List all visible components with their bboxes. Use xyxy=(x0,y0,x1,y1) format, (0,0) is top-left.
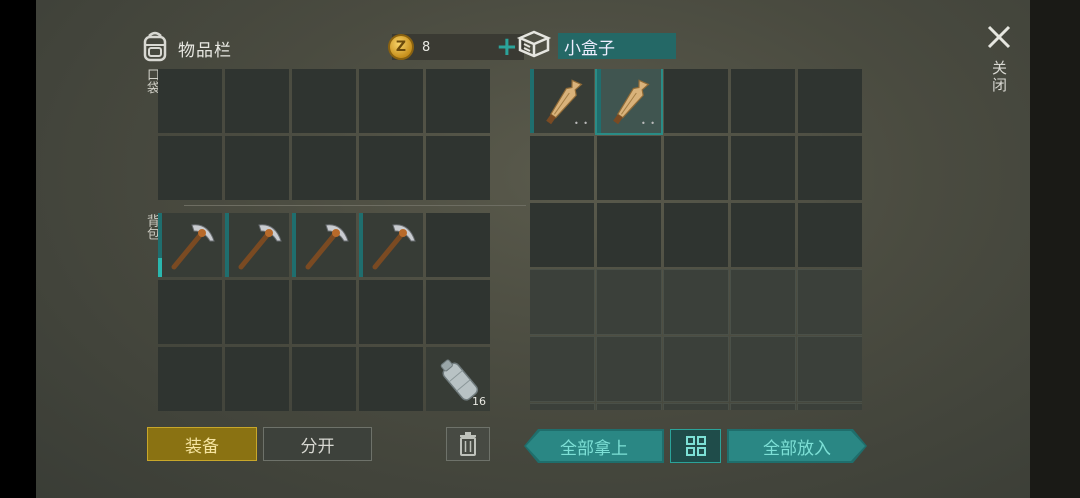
container-slot-locked xyxy=(530,403,595,410)
backpack-slot[interactable] xyxy=(292,347,356,411)
container-slot-locked xyxy=(730,336,796,402)
box-icon xyxy=(516,28,552,64)
container-title: 小盒子 xyxy=(558,33,676,59)
container-slot-locked xyxy=(797,403,862,410)
backpack-slot-water-bottle[interactable]: 16 xyxy=(426,347,490,411)
equip-button[interactable]: 装备 xyxy=(147,427,257,461)
container-slot[interactable] xyxy=(731,203,795,267)
pickaxe-icon xyxy=(238,224,282,270)
container-slot[interactable] xyxy=(798,136,862,200)
backpack-icon xyxy=(140,30,170,66)
grid-sort-icon xyxy=(685,436,706,456)
inventory-header: 物品栏 xyxy=(140,30,232,66)
coin-count: 8 xyxy=(422,39,431,55)
backpack-slot-pickaxe[interactable] xyxy=(158,213,222,277)
sort-button[interactable] xyxy=(670,429,721,463)
item-dots: • • xyxy=(574,119,589,128)
container-slot-locked xyxy=(596,269,662,335)
item-dots: • • xyxy=(641,119,656,128)
pocket-slot[interactable] xyxy=(225,136,289,200)
backpack-slot[interactable] xyxy=(426,213,490,277)
container-slot[interactable] xyxy=(530,203,594,267)
pocket-slot[interactable] xyxy=(359,69,423,133)
screen-edge xyxy=(1030,0,1080,498)
take-all-label: 全部拿上 xyxy=(560,438,628,459)
container-slot-locked xyxy=(596,336,662,402)
inventory-title: 物品栏 xyxy=(178,40,232,61)
take-all-button[interactable]: 全部拿上 xyxy=(524,429,664,463)
container-slot-locked xyxy=(530,269,595,335)
container-slot-locked xyxy=(663,336,729,402)
container-slot-locked xyxy=(530,336,595,402)
container-slot-plank[interactable]: • • xyxy=(530,69,594,133)
pickaxe-icon xyxy=(305,224,349,270)
container-slot-locked xyxy=(797,336,862,402)
backpack-slot-pickaxe[interactable] xyxy=(225,213,289,277)
trash-button[interactable] xyxy=(446,427,490,461)
durability-bar xyxy=(225,213,229,277)
game-screen: 物品栏 Z 8 + 口袋 背包 16 装备 分开 小盒子 • • • • 全部拿… xyxy=(36,0,1030,498)
close-label: 关闭 xyxy=(990,60,1008,94)
pocket-grid xyxy=(158,69,490,200)
container-slot[interactable] xyxy=(731,69,795,133)
container-slot[interactable] xyxy=(798,69,862,133)
backpack-slot[interactable] xyxy=(359,347,423,411)
durability-bar xyxy=(359,213,363,277)
pocket-slot[interactable] xyxy=(225,69,289,133)
container-slot-locked xyxy=(663,269,729,335)
trash-icon xyxy=(460,432,476,456)
pocket-slot[interactable] xyxy=(359,136,423,200)
backpack-slot-pickaxe[interactable] xyxy=(359,213,423,277)
container-slot-locked xyxy=(730,269,796,335)
pocket-slot[interactable] xyxy=(292,69,356,133)
container-grid: • • • • xyxy=(530,69,862,410)
container-header: 小盒子 xyxy=(516,28,676,64)
section-divider xyxy=(184,205,526,206)
container-slot-locked xyxy=(730,403,796,410)
pocket-slot[interactable] xyxy=(158,136,222,200)
close-button[interactable] xyxy=(984,22,1014,52)
pocket-slot[interactable] xyxy=(426,136,490,200)
add-coins-button[interactable]: + xyxy=(496,34,518,60)
container-slot-plank[interactable]: • • xyxy=(595,69,663,135)
durability-bar xyxy=(530,69,534,133)
container-slot[interactable] xyxy=(530,136,594,200)
put-all-button[interactable]: 全部放入 xyxy=(727,429,867,463)
backpack-grid: 16 xyxy=(158,213,490,411)
pocket-slot[interactable] xyxy=(292,136,356,200)
backpack-slot[interactable] xyxy=(426,280,490,344)
container-slot-locked xyxy=(797,269,862,335)
durability-bar xyxy=(597,69,601,133)
backpack-slot[interactable] xyxy=(292,280,356,344)
container-slot[interactable] xyxy=(597,136,661,200)
backpack-slot[interactable] xyxy=(158,280,222,344)
container-slot-locked xyxy=(596,403,662,410)
pocket-slot[interactable] xyxy=(158,69,222,133)
container-slot[interactable] xyxy=(664,69,728,133)
coin-counter: Z 8 + xyxy=(388,34,524,60)
container-slot[interactable] xyxy=(731,136,795,200)
backpack-slot[interactable] xyxy=(359,280,423,344)
container-slot[interactable] xyxy=(798,203,862,267)
item-count: 16 xyxy=(472,395,486,408)
container-slot[interactable] xyxy=(597,203,661,267)
backpack-slot[interactable] xyxy=(225,347,289,411)
backpack-slot[interactable] xyxy=(225,280,289,344)
container-slot[interactable] xyxy=(664,203,728,267)
put-all-label: 全部放入 xyxy=(763,438,831,459)
container-slot[interactable] xyxy=(664,136,728,200)
pocket-slot[interactable] xyxy=(426,69,490,133)
durability-bar xyxy=(158,213,162,277)
backpack-slot-pickaxe[interactable] xyxy=(292,213,356,277)
pickaxe-icon xyxy=(171,224,215,270)
backpack-slot[interactable] xyxy=(158,347,222,411)
split-button[interactable]: 分开 xyxy=(263,427,372,461)
container-slot-locked xyxy=(663,403,729,410)
durability-bar xyxy=(292,213,296,277)
pickaxe-icon xyxy=(372,224,416,270)
close-icon xyxy=(987,25,1011,49)
coin-icon: Z xyxy=(388,34,414,60)
